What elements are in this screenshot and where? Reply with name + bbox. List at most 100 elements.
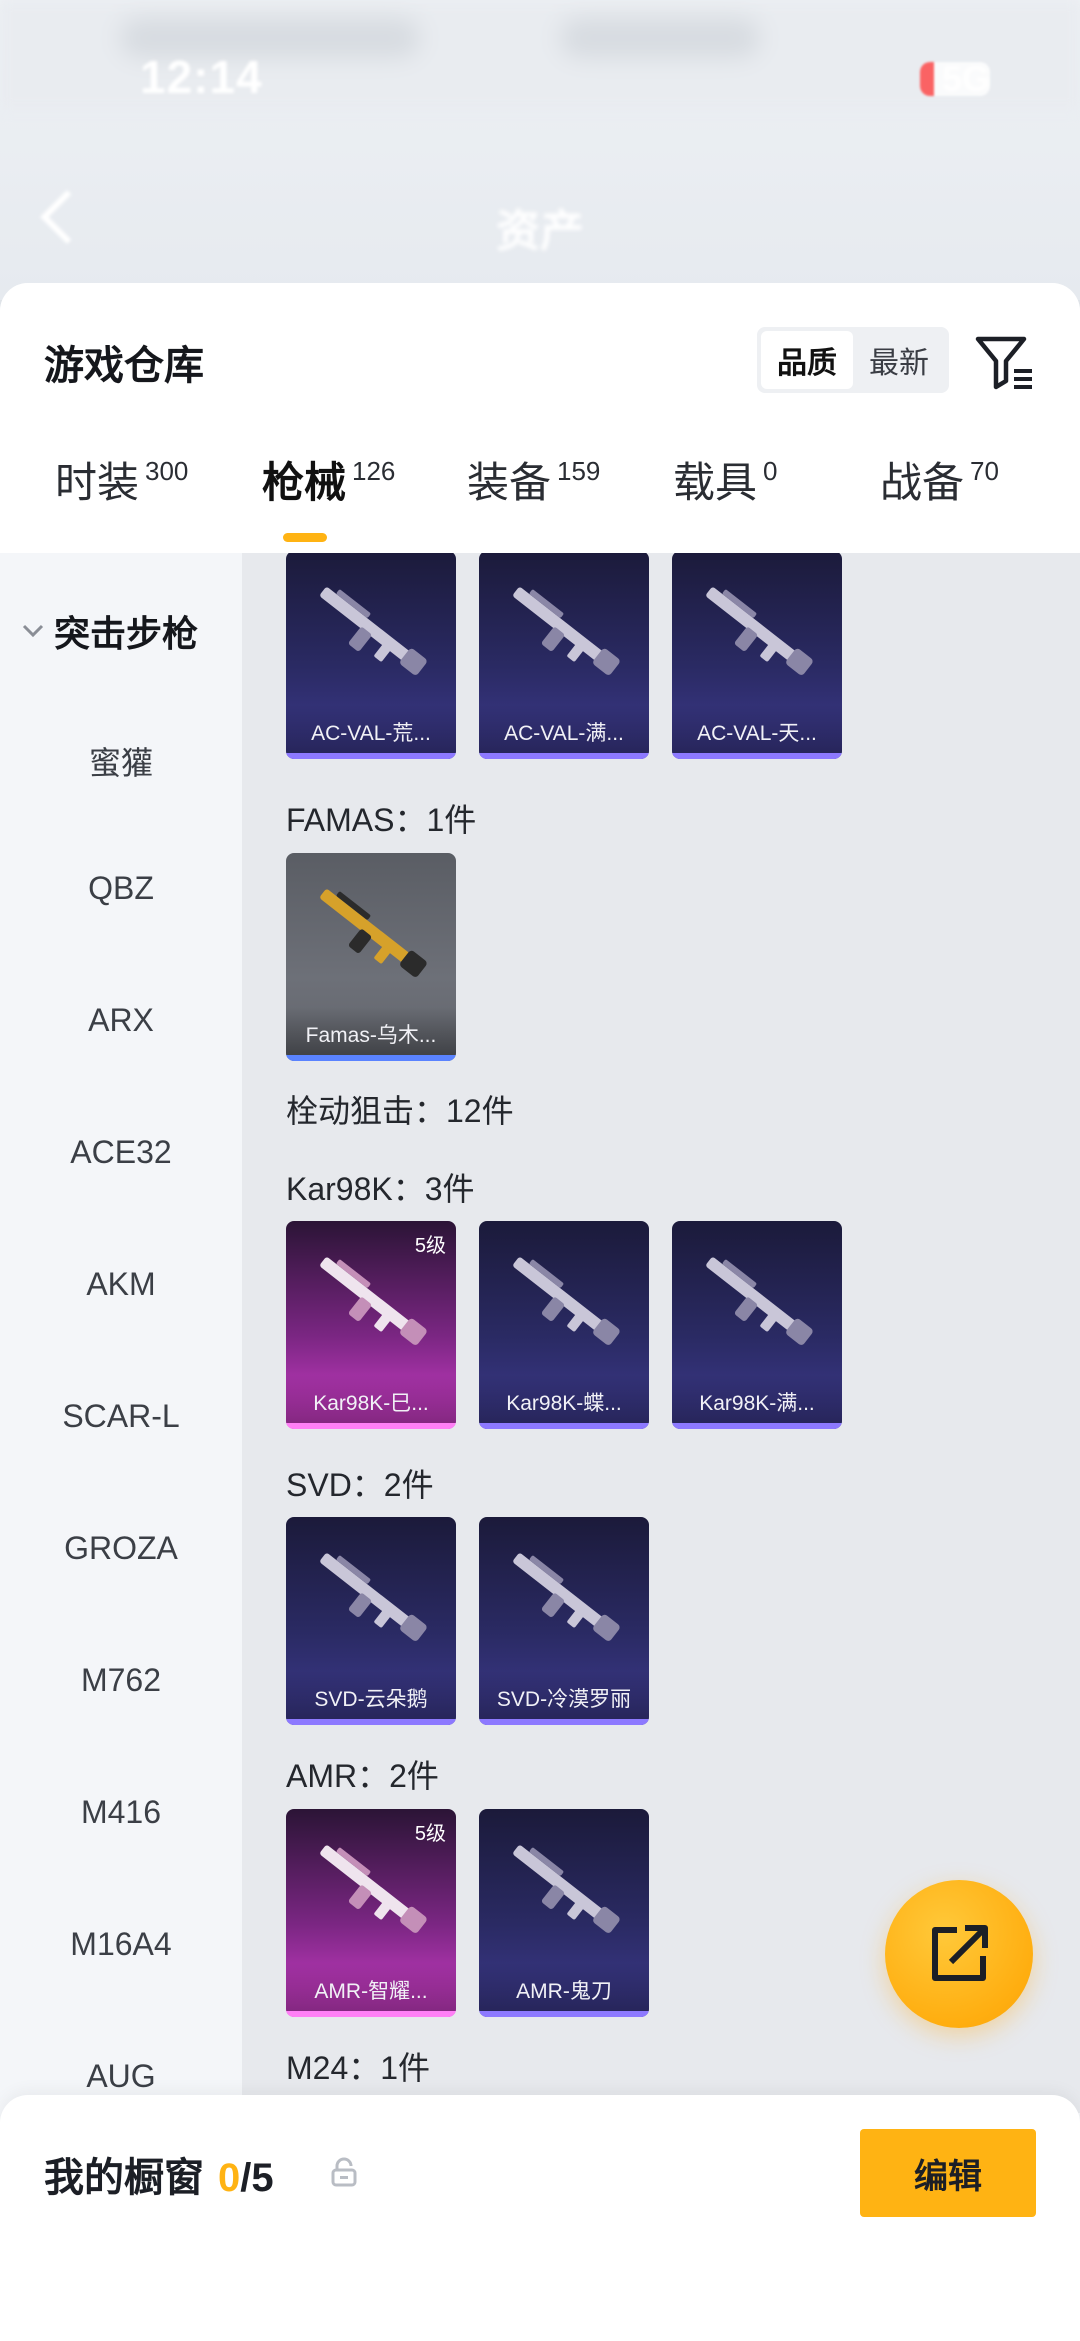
section-label: AMR：2件 [286, 1758, 439, 1794]
share-external-icon [932, 1925, 988, 1981]
rarity-bar [286, 2011, 456, 2017]
sidebar-item[interactable]: AUG [0, 2058, 242, 2095]
tab-equipment[interactable]: 装备 159 [467, 453, 600, 513]
weapon-skin-name: Kar98K-满... [699, 1392, 815, 1415]
weapon-skin-name: SVD-云朵鹅 [314, 1688, 428, 1711]
sidebar-item[interactable]: M762 [0, 1662, 242, 1699]
weapon-skin-name: SVD-冷漠罗丽 [496, 1688, 632, 1711]
sort-toggle: 品质 最新 [757, 327, 949, 393]
tab-count: 126 [352, 456, 396, 486]
weapon-skin-name: AMR-鬼刀 [516, 1980, 612, 2003]
tab-vehicles[interactable]: 载具 0 [673, 453, 777, 513]
sidebar-item[interactable]: SCAR-L [0, 1398, 242, 1435]
section-label: SVD：2件 [286, 1467, 434, 1503]
sidebar-item[interactable]: AKM [0, 1266, 242, 1303]
sort-quality-option[interactable]: 品质 [761, 331, 853, 389]
sheet-title: 游戏仓库 [44, 344, 204, 388]
weapon-skin-name: Kar98K-巳... [313, 1392, 429, 1415]
rarity-bar [286, 1423, 456, 1429]
weapon-skin-name: AC-VAL-荒... [311, 722, 431, 745]
weapon-skins-list: AC-VAL-荒... AC-VAL-满... AC-VAL-天... FAMAS：1… [242, 553, 1080, 2113]
rarity-bar [479, 1423, 649, 1429]
showcase-bar: 我的橱窗 0 /5 编辑 [0, 2095, 1080, 2341]
level-badge: 5级 [414, 1823, 446, 1845]
sidebar-item[interactable]: M16A4 [0, 1926, 242, 1963]
sidebar-item[interactable]: M416 [0, 1794, 242, 1831]
rarity-bar [672, 1423, 842, 1429]
rarity-bar [479, 2011, 649, 2017]
showcase-label-group: 我的橱窗 0 /5 [44, 2145, 274, 2203]
sidebar-item[interactable]: QBZ [0, 870, 242, 907]
page-title: 资产 [496, 207, 584, 256]
section-label: Kar98K：3件 [286, 1171, 475, 1207]
weapon-skin-image [513, 587, 620, 675]
weapon-category-sidebar: 突击步枪 蜜獾 QBZ ARX ACE32 AKM SCAR-L GROZA M… [0, 553, 242, 2341]
sidebar-item[interactable]: GROZA [0, 1530, 242, 1567]
tab-count: 70 [970, 456, 999, 486]
weapon-skin-card[interactable]: SVD-云朵鹅 [286, 1517, 456, 1725]
sidebar-item[interactable]: ARX [0, 1002, 242, 1039]
weapon-skin-image [320, 1257, 427, 1345]
weapon-skin-card[interactable]: AC-VAL-荒... [286, 553, 456, 759]
active-tab-indicator [283, 533, 327, 542]
weapon-skin-card[interactable]: AC-VAL-天... [672, 553, 842, 759]
rarity-bar [479, 753, 649, 759]
weapon-skin-card[interactable]: SVD-冷漠罗丽 [479, 1517, 649, 1725]
lock-icon [331, 2157, 357, 2187]
share-fab[interactable] [885, 1880, 1033, 2028]
level-badge: 5级 [414, 1235, 446, 1257]
category-tabs: 时装 300 枪械 126 装备 159 载具 0 战备 70 [0, 453, 1080, 553]
weapon-skin-image [320, 587, 427, 675]
background-header: 12:14 5G 资产 [0, 0, 1080, 300]
tab-firearms[interactable]: 枪械 126 [262, 453, 395, 513]
rarity-bar [286, 1055, 456, 1061]
filter-icon[interactable] [972, 331, 1036, 395]
tab-tactical-gear[interactable]: 战备 70 [880, 453, 999, 513]
tab-count: 300 [145, 456, 189, 486]
sort-newest-option[interactable]: 最新 [853, 331, 945, 389]
weapon-skin-name: AC-VAL-天... [697, 722, 817, 745]
sidebar-group-label: 突击步枪 [54, 613, 199, 654]
sidebar-item[interactable]: ACE32 [0, 1134, 242, 1171]
weapon-skin-card[interactable]: Famas-乌木... [286, 853, 456, 1061]
tab-label: 枪械 [262, 459, 347, 506]
section-label: M24：1件 [286, 2050, 431, 2086]
section-label: 栓动狙击：12件 [286, 1093, 514, 1129]
tab-count: 0 [763, 456, 778, 486]
rarity-bar [286, 1719, 456, 1725]
showcase-label: 我的橱窗 [44, 2156, 204, 2200]
weapon-skin-name: AC-VAL-满... [504, 722, 624, 745]
weapon-skin-name: AMR-智耀... [314, 1980, 428, 2003]
tab-outfits[interactable]: 时装 300 [55, 453, 188, 513]
weapon-skin-card[interactable]: 5级 Kar98K-巳... [286, 1221, 456, 1429]
weapon-skin-card[interactable]: AMR-鬼刀 [479, 1809, 649, 2017]
weapon-skin-image [513, 1845, 620, 1933]
sidebar-item[interactable]: 蜜獾 [0, 738, 242, 784]
weapon-skin-image [706, 1257, 813, 1345]
weapon-skin-image [513, 1553, 620, 1641]
weapon-skin-card[interactable]: Kar98K-蝶... [479, 1221, 649, 1429]
tab-label: 战备 [880, 459, 965, 506]
weapon-skin-image [320, 889, 427, 977]
edit-button[interactable]: 编辑 [860, 2129, 1036, 2217]
chevron-down-icon [22, 624, 44, 638]
section-label: FAMAS：1件 [286, 802, 477, 838]
weapon-skin-name: Famas-乌木... [305, 1024, 437, 1047]
sheet-header: 游戏仓库 品质 最新 时装 300 枪械 126 装备 159 载具 0 战备 … [0, 283, 1080, 553]
weapon-skin-image [706, 587, 813, 675]
sidebar-group-assault-rifles[interactable]: 突击步枪 [18, 605, 198, 657]
rarity-bar [286, 753, 456, 759]
weapon-skin-card[interactable]: 5级 AMR-智耀... [286, 1809, 456, 2017]
tab-count: 159 [557, 456, 601, 486]
weapon-skin-name: Kar98K-蝶... [506, 1392, 622, 1415]
status-time: 12:14 [140, 51, 263, 103]
showcase-used-count: 0 [218, 2156, 241, 2200]
weapon-skin-image [320, 1553, 427, 1641]
weapon-skin-card[interactable]: Kar98K-满... [672, 1221, 842, 1429]
rarity-bar [479, 1719, 649, 1725]
battery-icon [920, 62, 990, 96]
weapon-skin-image [320, 1845, 427, 1933]
weapon-skin-card[interactable]: AC-VAL-满... [479, 553, 649, 759]
tab-label: 载具 [673, 459, 758, 506]
weapon-skin-image [513, 1257, 620, 1345]
